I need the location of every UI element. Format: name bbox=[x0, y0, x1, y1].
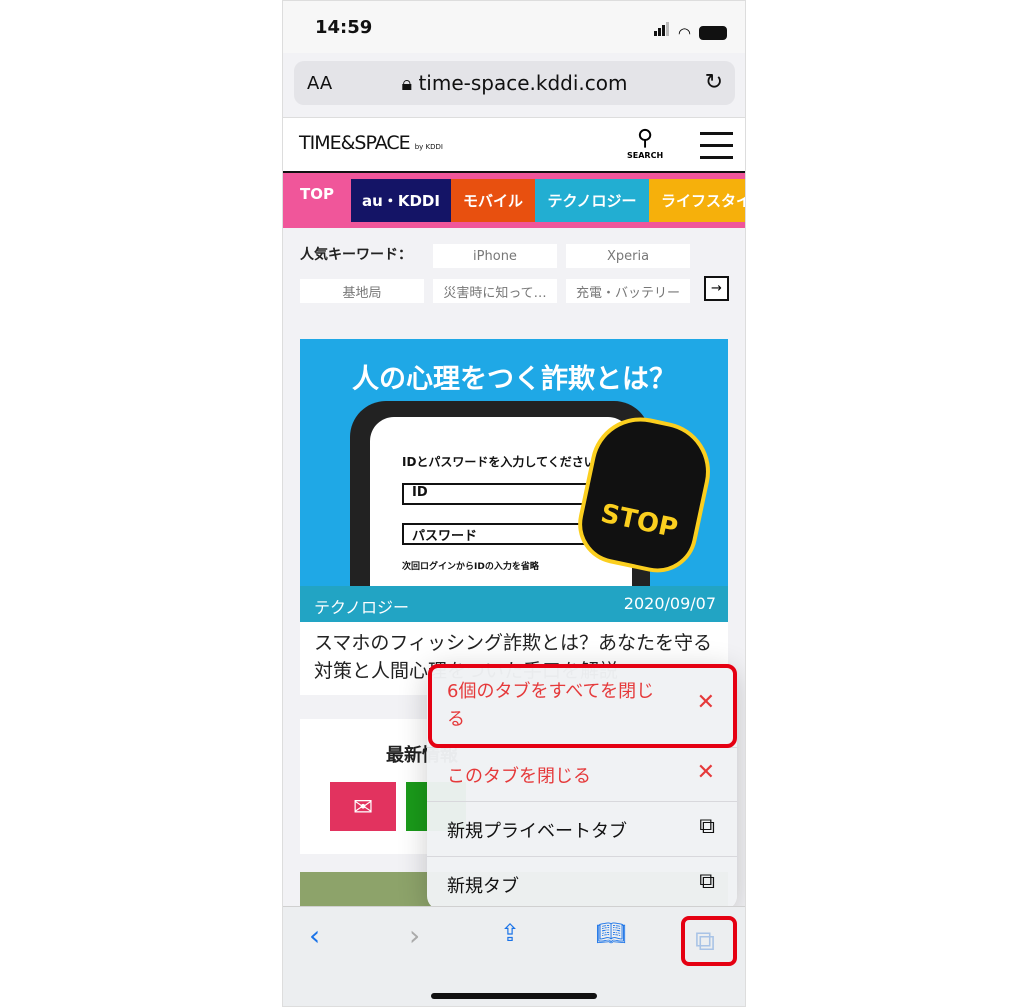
home-indicator bbox=[431, 993, 597, 999]
article-card[interactable]: 人の心理をつく詐欺とは？ IDとパスワードを入力してください ID パスワード … bbox=[300, 339, 728, 695]
highlight-box bbox=[428, 664, 737, 748]
keyword-chip[interactable]: 充電・バッテリー bbox=[566, 279, 690, 303]
category-nav: TOP au・KDDI モバイル テクノロジー ライフスタイ bbox=[283, 173, 745, 228]
battery-icon bbox=[699, 26, 727, 40]
category-technology[interactable]: テクノロジー bbox=[535, 179, 649, 222]
signal-icon bbox=[653, 21, 670, 40]
article-hero-image: 人の心理をつく詐欺とは？ IDとパスワードを入力してください ID パスワード … bbox=[300, 339, 728, 586]
keyword-label: 人気キーワード： bbox=[300, 247, 412, 263]
keyword-chip[interactable]: Xperia bbox=[566, 244, 690, 268]
forward-icon[interactable]: › bbox=[409, 919, 420, 952]
new-tab-icon: ⧉ bbox=[699, 869, 715, 894]
wifi-icon: ◠ bbox=[677, 24, 691, 42]
more-keywords-arrow-icon[interactable]: → bbox=[704, 276, 729, 301]
menu-item-close-this-tab[interactable]: このタブを閉じる ✕ bbox=[427, 748, 737, 802]
site-logo[interactable]: TIME&SPACE by KDDI bbox=[299, 132, 443, 154]
keyword-chip[interactable]: iPhone bbox=[433, 244, 557, 268]
url-text: time-space.kddi.com bbox=[418, 71, 628, 95]
new-private-tab-icon: ⧉ bbox=[699, 814, 715, 839]
status-bar: 14:59 ◠ bbox=[283, 1, 745, 53]
mail-icon[interactable]: ✉ bbox=[330, 782, 396, 831]
category-top[interactable]: TOP bbox=[283, 173, 351, 216]
menu-item-new-private-tab[interactable]: 新規プライベートタブ ⧉ bbox=[427, 802, 737, 857]
bookmarks-icon[interactable]: 📖︎ bbox=[596, 919, 626, 947]
share-icon[interactable]: ⇪ bbox=[500, 919, 520, 947]
lock-icon: 🔒︎ bbox=[401, 71, 413, 95]
search-icon: ⚲ bbox=[637, 126, 654, 151]
reload-icon[interactable]: ↻ bbox=[705, 70, 723, 95]
keyword-chip[interactable]: 基地局 bbox=[300, 279, 424, 303]
tabs-button[interactable]: ⧉ bbox=[681, 916, 737, 966]
article-category: テクノロジー bbox=[314, 598, 410, 617]
category-lifestyle[interactable]: ライフスタイ bbox=[649, 179, 745, 222]
back-icon[interactable]: ‹ bbox=[309, 919, 320, 952]
article-date: 2020/09/07 bbox=[623, 594, 716, 613]
category-au-kddi[interactable]: au・KDDI bbox=[351, 179, 451, 222]
site-header: TIME&SPACE by KDDI ⚲ SEARCH bbox=[283, 117, 745, 173]
keyword-chip[interactable]: 災害時に知って… bbox=[433, 279, 557, 303]
category-mobile[interactable]: モバイル bbox=[451, 179, 535, 222]
close-icon: ✕ bbox=[696, 760, 715, 785]
hamburger-menu-icon[interactable] bbox=[700, 132, 733, 168]
clock: 14:59 bbox=[315, 17, 373, 38]
address-bar[interactable]: AA 🔒︎ time-space.kddi.com ↻ bbox=[294, 61, 735, 105]
search-button[interactable]: ⚲ SEARCH bbox=[627, 126, 663, 160]
tabs-icon: ⧉ bbox=[695, 924, 715, 957]
browser-toolbar: ‹ › ⇪ 📖︎ ⧉ bbox=[283, 906, 745, 1006]
phone-screen: 14:59 ◠ AA 🔒︎ time-space.kddi.com ↻ TIME… bbox=[282, 0, 746, 1007]
menu-item-new-tab[interactable]: 新規タブ ⧉ bbox=[427, 857, 737, 910]
